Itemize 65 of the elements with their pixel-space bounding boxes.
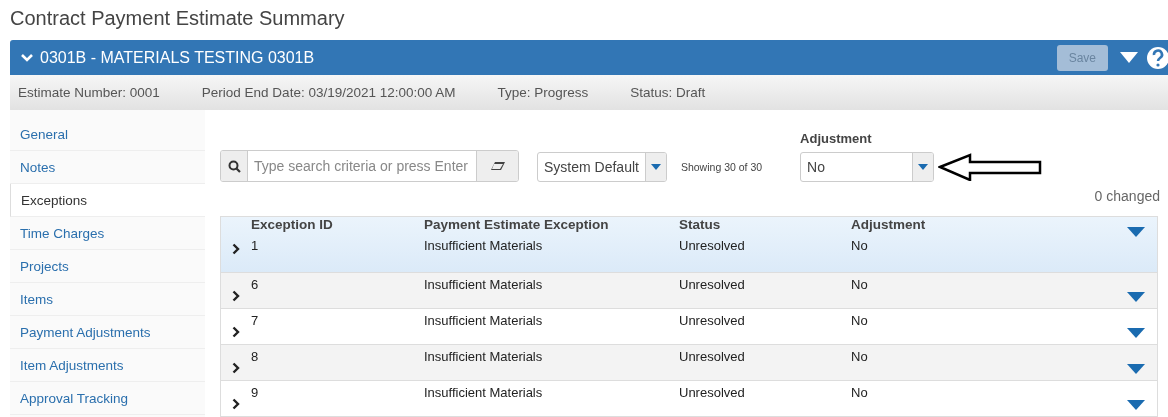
search-icon	[227, 159, 241, 173]
chevron-right-icon[interactable]	[232, 325, 240, 338]
caret-icon[interactable]	[1127, 328, 1145, 338]
table-cell: Insufficient Materials	[424, 238, 543, 253]
table-cell: 8	[251, 349, 259, 364]
table-cell: Unresolved	[679, 277, 745, 292]
column-header: Exception ID	[251, 217, 334, 232]
view-select[interactable]: System Default	[537, 152, 667, 182]
caret-icon[interactable]	[1127, 364, 1145, 374]
adjustment-select[interactable]: No	[800, 152, 935, 182]
table-row[interactable]: 8 Insufficient Materials Unresolved No	[221, 345, 1157, 381]
clear-button[interactable]	[476, 151, 518, 181]
table-cell: Unresolved	[679, 385, 745, 400]
table-cell: Insufficient Materials	[424, 277, 543, 292]
column-header: Payment Estimate Exception	[424, 217, 610, 232]
table-row[interactable]: Exception ID 1 Payment Estimate Exception Insufficient Materials Status Unresolved Adjustment No	[221, 217, 1157, 273]
sidebar-item[interactable]: Projects	[10, 250, 205, 283]
chevron-right-icon[interactable]	[232, 397, 240, 410]
sidebar-item[interactable]: Approval Tracking	[10, 382, 205, 415]
table-cell: No	[851, 277, 868, 292]
sidebar-item[interactable]: Payment Adjustments	[10, 316, 205, 349]
sidebar-item[interactable]: Exceptions	[10, 184, 205, 217]
table-cell: Insufficient Materials	[424, 349, 543, 364]
info-text: Status: Draft	[630, 85, 706, 100]
changed-count: 0 changed	[1094, 188, 1160, 204]
page-title: Contract Payment Estimate Summary	[9, 6, 346, 31]
table-cell: 7	[251, 313, 259, 328]
caret-icon[interactable]	[1127, 292, 1145, 302]
table-row[interactable]: 6 Insufficient Materials Unresolved No	[221, 273, 1157, 309]
caret-icon[interactable]	[1120, 52, 1138, 63]
table-cell: 1	[251, 238, 259, 253]
field-label: Adjustment	[800, 131, 873, 146]
info-text: Period End Date: 03/19/2021 12:00:00 AM	[201, 85, 456, 100]
chevron-right-icon[interactable]	[232, 242, 240, 255]
sidebar-item[interactable]: Time Charges	[10, 217, 205, 250]
table-cell: Insufficient Materials	[424, 313, 543, 328]
eraser-icon	[489, 161, 506, 171]
table-cell: No	[851, 385, 868, 400]
sidebar-item[interactable]: Items	[10, 283, 205, 316]
caret-icon	[650, 164, 661, 170]
info-text: Estimate Number: 0001	[18, 85, 160, 100]
table-cell: No	[851, 238, 868, 253]
table-cell: Unresolved	[679, 238, 745, 253]
table-cell: 6	[251, 277, 259, 292]
column-header: Adjustment	[851, 217, 927, 232]
column-header: Status	[679, 217, 722, 232]
help-icon[interactable]	[1146, 45, 1168, 70]
chevron-right-icon[interactable]	[232, 289, 240, 302]
caret-icon[interactable]	[1127, 400, 1145, 410]
caret-icon	[918, 164, 929, 170]
table-cell: 9	[251, 385, 259, 400]
search-field[interactable]: Type search criteria or press Enter	[220, 150, 519, 182]
chevron-down-icon[interactable]	[20, 52, 34, 63]
table-cell: Insufficient Materials	[424, 385, 543, 400]
table-cell: No	[851, 349, 868, 364]
record-count: Showing 30 of 30	[680, 161, 763, 173]
table-cell: Unresolved	[679, 313, 745, 328]
table-cell: No	[851, 313, 868, 328]
sidebar-item[interactable]: Item Adjustments	[10, 349, 205, 382]
caret-icon[interactable]	[1127, 227, 1145, 237]
info-text: Type: Progress	[497, 85, 589, 100]
chevron-right-icon[interactable]	[232, 361, 240, 374]
record-title: 0301B - MATERIALS TESTING 0301B	[40, 48, 316, 67]
table-cell: Unresolved	[679, 349, 745, 364]
sidebar-item[interactable]: General	[10, 118, 205, 151]
